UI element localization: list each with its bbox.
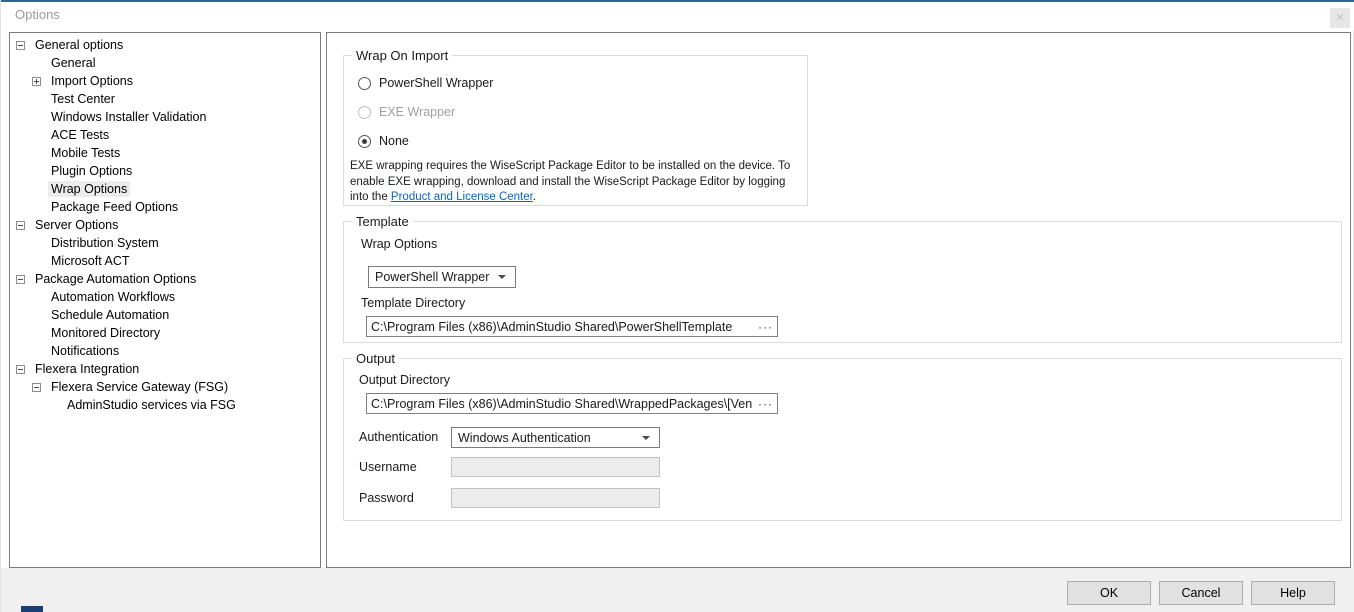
chevron-down-icon	[498, 275, 506, 279]
wrap-on-import-group-title: Wrap On Import	[352, 48, 452, 63]
tree-item-distribution-system[interactable]: Distribution System	[10, 234, 320, 252]
tree-item-label: Wrap Options	[48, 181, 130, 197]
tree-item-automation-workflows[interactable]: Automation Workflows	[10, 288, 320, 306]
template-directory-label: Template Directory	[361, 296, 465, 310]
tree-item-general[interactable]: General	[10, 54, 320, 72]
tree-item-adminstudio-services-via-fsg[interactable]: AdminStudio services via FSG	[10, 396, 320, 414]
note-text-after: .	[533, 191, 536, 203]
tree-item-notifications[interactable]: Notifications	[10, 342, 320, 360]
output-directory-label: Output Directory	[359, 373, 450, 387]
output-group: Output Output Directory C:\Program Files…	[343, 358, 1342, 521]
product-license-center-link[interactable]: Product and License Center	[391, 191, 533, 203]
dialog-footer: OK Cancel Help	[1, 568, 1354, 612]
taskbar-peek-fragment	[21, 606, 43, 612]
tree-item-label: Flexera Integration	[32, 361, 142, 377]
collapse-icon[interactable]	[16, 275, 25, 284]
tree-item-label: Server Options	[32, 217, 121, 233]
radio-button-icon	[358, 106, 371, 119]
tree-item-ace-tests[interactable]: ACE Tests	[10, 126, 320, 144]
username-field	[451, 457, 660, 477]
wrap-options-dropdown-value: PowerShell Wrapper	[375, 270, 489, 284]
tree-item-import-options[interactable]: Import Options	[10, 72, 320, 90]
radio-label: None	[379, 134, 409, 148]
password-field	[451, 488, 660, 508]
authentication-label: Authentication	[359, 430, 438, 444]
tree-item-package-feed-options[interactable]: Package Feed Options	[10, 198, 320, 216]
output-directory-field[interactable]: C:\Program Files (x86)\AdminStudio Share…	[366, 393, 778, 414]
template-directory-field[interactable]: C:\Program Files (x86)\AdminStudio Share…	[366, 316, 778, 337]
settings-panel: Wrap On Import PowerShell Wrapper EXE Wra…	[326, 32, 1351, 568]
wrap-options-dropdown[interactable]: PowerShell Wrapper	[368, 266, 516, 288]
exe-wrapping-note: EXE wrapping requires the WiseScript Pac…	[350, 159, 800, 206]
template-group-title: Template	[352, 214, 413, 229]
collapse-icon[interactable]	[16, 221, 25, 230]
tree-item-label: Import Options	[48, 73, 136, 89]
tree-item-label: Flexera Service Gateway (FSG)	[48, 379, 231, 395]
radio-exe-wrapper: EXE Wrapper	[358, 102, 455, 122]
tree-item-label: Notifications	[48, 343, 122, 359]
help-button[interactable]: Help	[1251, 581, 1335, 605]
collapse-icon[interactable]	[32, 383, 41, 392]
output-directory-value: C:\Program Files (x86)\AdminStudio Share…	[371, 397, 752, 411]
tree-item-label: Distribution System	[48, 235, 162, 251]
tree-item-label: Package Feed Options	[48, 199, 181, 215]
tree-item-label: AdminStudio services via FSG	[64, 397, 239, 413]
tree-item-label: Microsoft ACT	[48, 253, 133, 269]
template-group: Template Wrap Options PowerShell Wrapper…	[343, 221, 1342, 343]
radio-label: PowerShell Wrapper	[379, 76, 493, 90]
radio-button-icon[interactable]	[358, 77, 371, 90]
tree-item-label: Automation Workflows	[48, 289, 178, 305]
tree-item-schedule-automation[interactable]: Schedule Automation	[10, 306, 320, 324]
tree-item-windows-installer-validation[interactable]: Windows Installer Validation	[10, 108, 320, 126]
ok-button[interactable]: OK	[1067, 581, 1151, 605]
tree-item-flexera-service-gateway-fsg[interactable]: Flexera Service Gateway (FSG)	[10, 378, 320, 396]
template-directory-value: C:\Program Files (x86)\AdminStudio Share…	[371, 320, 752, 334]
tree-item-general-options[interactable]: General options	[10, 36, 320, 54]
options-tree[interactable]: General options General Import Options Test…	[9, 32, 321, 568]
tree-item-label: Windows Installer Validation	[48, 109, 209, 125]
options-dialog: Options ✕ General options General Import O…	[0, 0, 1354, 612]
tree-item-wrap-options[interactable]: Wrap Options	[10, 180, 320, 198]
close-icon[interactable]: ✕	[1330, 8, 1350, 28]
tree-item-label: Plugin Options	[48, 163, 135, 179]
tree-item-flexera-integration[interactable]: Flexera Integration	[10, 360, 320, 378]
wrap-on-import-group: Wrap On Import PowerShell WrapperEXE Wra…	[343, 55, 808, 206]
browse-icon[interactable]: ···	[752, 397, 773, 411]
authentication-dropdown-value: Windows Authentication	[458, 431, 591, 445]
username-label: Username	[359, 460, 417, 474]
tree-item-package-automation-options[interactable]: Package Automation Options	[10, 270, 320, 288]
tree-item-label: General	[48, 55, 98, 71]
tree-item-label: Package Automation Options	[32, 271, 199, 287]
tree-item-label: Test Center	[48, 91, 118, 107]
window-title: Options	[15, 2, 60, 28]
cancel-button[interactable]: Cancel	[1159, 581, 1243, 605]
authentication-dropdown[interactable]: Windows Authentication	[451, 427, 660, 448]
radio-powershell-wrapper[interactable]: PowerShell Wrapper	[358, 73, 493, 93]
radio-label: EXE Wrapper	[379, 105, 455, 119]
chevron-down-icon	[642, 436, 650, 440]
title-bar[interactable]: Options ✕	[1, 2, 1354, 30]
tree-item-label: Schedule Automation	[48, 307, 172, 323]
collapse-icon[interactable]	[16, 365, 25, 374]
collapse-icon[interactable]	[16, 41, 25, 50]
expand-icon[interactable]	[32, 77, 41, 86]
radio-button-icon[interactable]	[358, 135, 371, 148]
browse-icon[interactable]: ···	[752, 320, 773, 334]
tree-item-plugin-options[interactable]: Plugin Options	[10, 162, 320, 180]
tree-item-test-center[interactable]: Test Center	[10, 90, 320, 108]
radio-none[interactable]: None	[358, 131, 409, 151]
tree-item-microsoft-act[interactable]: Microsoft ACT	[10, 252, 320, 270]
tree-item-label: ACE Tests	[48, 127, 112, 143]
tree-item-label: General options	[32, 37, 126, 53]
password-label: Password	[359, 491, 414, 505]
tree-item-label: Monitored Directory	[48, 325, 163, 341]
tree-item-label: Mobile Tests	[48, 145, 123, 161]
output-group-title: Output	[352, 351, 399, 366]
tree-item-mobile-tests[interactable]: Mobile Tests	[10, 144, 320, 162]
tree-item-monitored-directory[interactable]: Monitored Directory	[10, 324, 320, 342]
tree-item-server-options[interactable]: Server Options	[10, 216, 320, 234]
wrap-options-label: Wrap Options	[361, 237, 437, 251]
